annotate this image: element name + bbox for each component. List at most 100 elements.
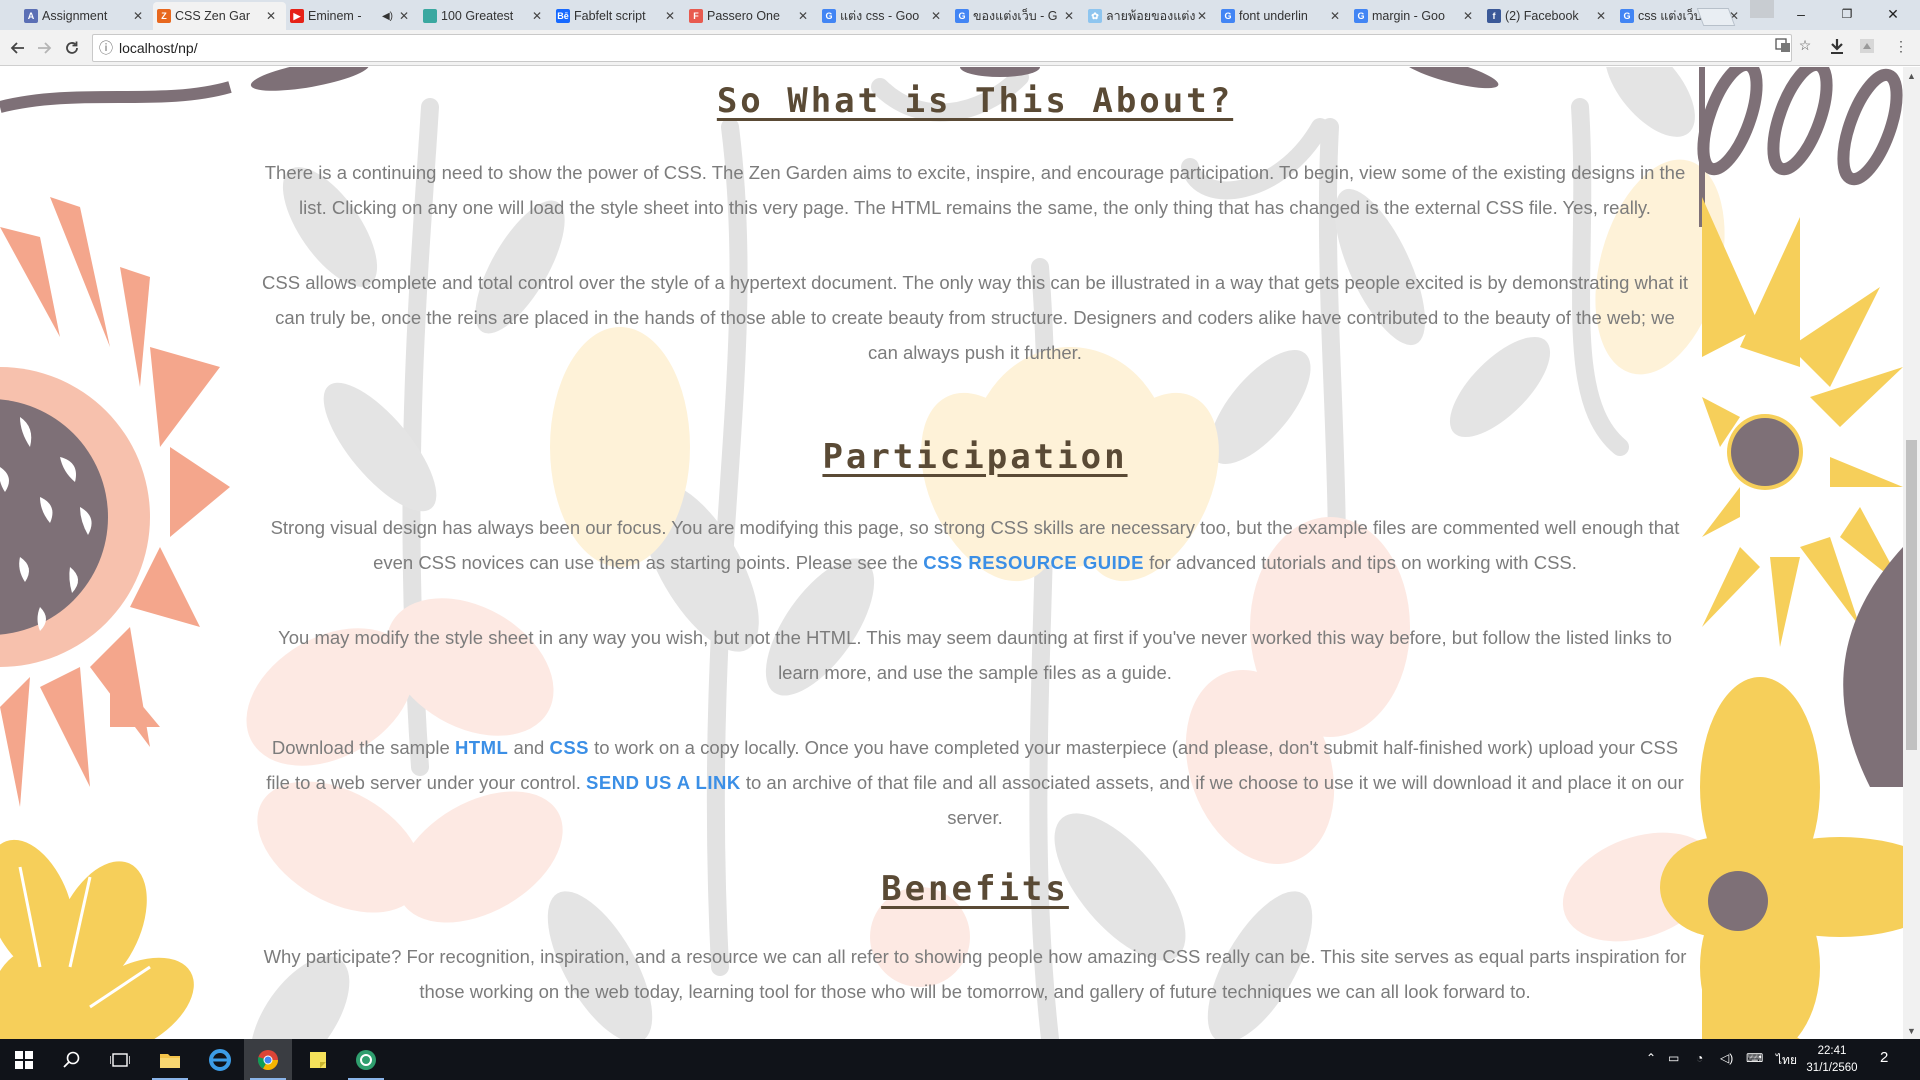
battery-icon[interactable]: ▭	[1668, 1051, 1679, 1065]
tab-title: margin - Goo	[1372, 9, 1445, 23]
browser-tab[interactable]: Gmargin - Goo ✕	[1350, 2, 1483, 30]
about-paragraph-2: CSS allows complete and total control ov…	[262, 272, 1688, 363]
tab-title: Fabfelt script	[574, 9, 646, 23]
download-text-a: Download the sample	[271, 737, 455, 758]
translate-icon[interactable]	[1774, 36, 1792, 54]
notification-badge: 2	[1880, 1049, 1889, 1066]
participation-paragraph-3: Download the sample HTML and CSS to work…	[260, 730, 1690, 835]
tab-close-icon[interactable]: ✕	[663, 9, 677, 23]
tab-favicon-icon: G	[1354, 9, 1368, 23]
kebab-menu-icon[interactable]: ⋮	[1892, 37, 1910, 55]
info-icon[interactable]: ⓘ	[93, 38, 119, 58]
tab-title: CSS Zen Gar	[175, 9, 251, 23]
scroll-down-arrow[interactable]: ▼	[1903, 1022, 1920, 1039]
volume-icon[interactable]: ◁)	[1720, 1051, 1733, 1065]
url-text[interactable]: localhost/np/	[119, 40, 198, 56]
sticky-notes-icon[interactable]	[294, 1039, 342, 1080]
taupe-curve	[0, 81, 232, 113]
task-view-icon[interactable]	[96, 1039, 144, 1080]
tab-close-icon[interactable]: ✕	[1594, 9, 1608, 23]
search-icon[interactable]	[48, 1039, 96, 1080]
browser-tab[interactable]: A Assignment ✕	[20, 2, 153, 30]
send-us-a-link[interactable]: SEND US A LINK	[586, 772, 741, 793]
keyboard-icon[interactable]: ⌨	[1746, 1051, 1763, 1065]
browser-tab[interactable]: G ของแต่งเว็บ - G ✕	[951, 2, 1084, 30]
file-explorer-icon[interactable]	[146, 1039, 194, 1080]
tab-close-icon[interactable]: ✕	[397, 9, 411, 23]
tab-title: แต่ง css - Goo	[840, 9, 920, 23]
app-icon[interactable]	[342, 1039, 390, 1080]
star-icon[interactable]: ☆	[1796, 36, 1814, 54]
tab-favicon-icon	[423, 9, 437, 23]
browser-tab[interactable]: Gfont underlin ✕	[1217, 2, 1350, 30]
profile-icon[interactable]	[1750, 0, 1774, 18]
windows-taskbar: ⌃ ▭ ◔ ◁) ⌨ ไทย 22:41 31/1/2560 2	[0, 1039, 1920, 1080]
download-text-d: to an archive of that file and all assoc…	[740, 772, 1684, 828]
salmon-sunflower	[0, 197, 230, 807]
tab-audio-icon[interactable]: ◀)	[382, 11, 393, 22]
notification-center-icon[interactable]: 2	[1880, 1049, 1888, 1066]
css-resource-guide-link[interactable]: CSS RESOURCE GUIDE	[923, 552, 1144, 573]
new-tab-button[interactable]	[1696, 8, 1736, 26]
tab-close-icon[interactable]: ✕	[264, 9, 278, 23]
tab-title: ลายพ้อยของแต่ง	[1106, 9, 1195, 23]
browser-toolbar: ⓘ localhost/np/ ☆	[0, 30, 1920, 66]
browser-tab[interactable]: ✿ ลายพ้อยของแต่ง ✕	[1084, 2, 1217, 30]
sunflower-center	[1731, 418, 1799, 486]
extension-icon[interactable]	[1858, 37, 1876, 55]
tab-favicon-icon: G	[822, 9, 836, 23]
yellow-flower-bottom-left	[0, 839, 194, 1039]
tab-title: Passero One	[707, 9, 780, 23]
scrollbar-thumb[interactable]	[1906, 440, 1917, 750]
download-icon[interactable]	[1828, 37, 1846, 55]
browser-tab[interactable]: ▶ Eminem - ◀) ✕	[286, 2, 419, 30]
tab-close-icon[interactable]: ✕	[1195, 9, 1209, 23]
tab-close-icon[interactable]: ✕	[796, 9, 810, 23]
scroll-up-arrow[interactable]: ▲	[1903, 67, 1920, 84]
tab-close-icon[interactable]: ✕	[530, 9, 544, 23]
tab-title: 100 Greatest	[441, 9, 514, 23]
html-link[interactable]: HTML	[455, 737, 508, 758]
reload-icon[interactable]	[60, 36, 84, 60]
minimize-button[interactable]: –	[1778, 0, 1824, 28]
tab-close-icon[interactable]: ✕	[1328, 9, 1342, 23]
back-arrow-icon[interactable]	[6, 36, 30, 60]
page-viewport: So What is This About? There is a contin…	[0, 67, 1903, 1039]
tab-close-icon[interactable]: ✕	[131, 9, 145, 23]
tab-title: Eminem -	[308, 9, 362, 23]
input-language-indicator[interactable]: ไทย	[1776, 1051, 1797, 1070]
wifi-icon[interactable]: ◔	[1696, 1051, 1703, 1065]
windows-start-icon[interactable]	[0, 1039, 48, 1080]
browser-tab[interactable]: 100 Greatest ✕	[419, 2, 552, 30]
address-bar[interactable]: ⓘ localhost/np/	[92, 34, 1792, 62]
tab-close-icon[interactable]: ✕	[1461, 9, 1475, 23]
tab-close-icon[interactable]: ✕	[1062, 9, 1076, 23]
heading-participation: Participation	[822, 437, 1128, 477]
clock-time: 22:41	[1817, 1045, 1847, 1057]
benefits-paragraph-1: Why participate? For recognition, inspir…	[263, 946, 1687, 1002]
tab-favicon-icon: G	[1221, 9, 1235, 23]
tab-close-icon[interactable]: ✕	[929, 9, 943, 23]
browser-tab[interactable]: G แต่ง css - Goo ✕	[818, 2, 951, 30]
taupe-leaf-right	[1843, 547, 1903, 787]
system-clock[interactable]: 22:41 31/1/2560	[1802, 1043, 1862, 1077]
browser-tab[interactable]: f (2) Facebook ✕	[1483, 2, 1616, 30]
tab-favicon-icon: Z	[157, 9, 171, 23]
tab-favicon-icon: A	[24, 9, 38, 23]
css-link[interactable]: CSS	[549, 737, 589, 758]
chrome-icon[interactable]	[244, 1039, 292, 1080]
browser-tab[interactable]: Bē Fabfelt script ✕	[552, 2, 685, 30]
edge-icon[interactable]	[196, 1039, 244, 1080]
yellow-flower-center	[1708, 871, 1768, 931]
forward-arrow-icon[interactable]	[32, 36, 56, 60]
yellow-sunflower-right	[1702, 197, 1903, 647]
participation-paragraph-2: You may modify the style sheet in any wa…	[278, 627, 1672, 683]
maximize-button[interactable]: ❐	[1824, 0, 1870, 28]
tab-favicon-icon: ▶	[290, 9, 304, 23]
browser-tab[interactable]: Z CSS Zen Gar ✕	[153, 2, 286, 30]
close-window-button[interactable]: ✕	[1870, 0, 1916, 28]
download-text-b: and	[508, 737, 550, 758]
browser-tab[interactable]: F Passero One ✕	[685, 2, 818, 30]
tab-favicon-icon: ✿	[1088, 9, 1102, 23]
show-hidden-icons-chevron[interactable]: ⌃	[1646, 1051, 1656, 1065]
